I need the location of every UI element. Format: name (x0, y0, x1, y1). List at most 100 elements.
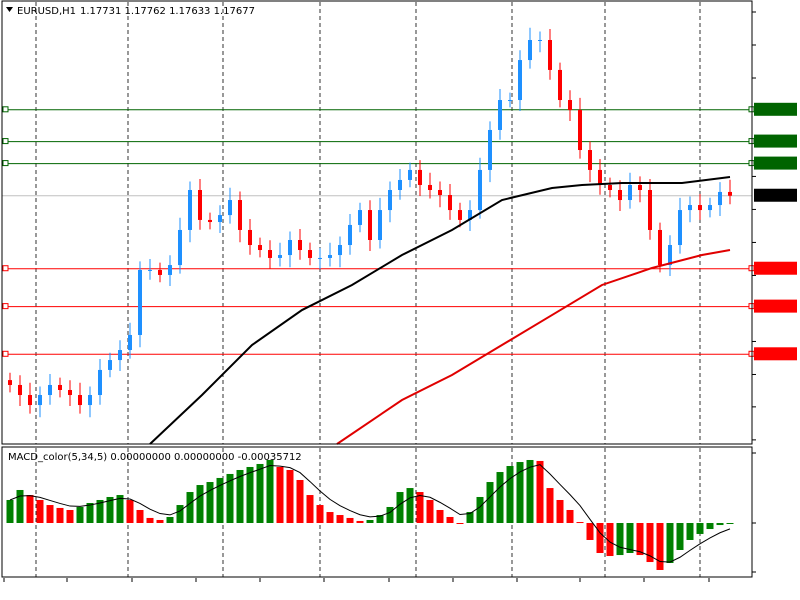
current-price-tag (754, 188, 797, 202)
macd-bar (186, 492, 194, 523)
macd-bar (256, 463, 264, 523)
macd-bar (126, 499, 134, 523)
candle-body (158, 269, 162, 275)
symbol-label: EURUSD,H1 (17, 6, 76, 17)
macd-bar (616, 523, 624, 556)
macd-bar (176, 505, 184, 523)
macd-bar (396, 492, 404, 523)
candle-body (398, 179, 402, 190)
candle-body (408, 169, 412, 180)
macd-bar (536, 460, 544, 523)
candle-body (728, 191, 732, 196)
candle-body (518, 60, 522, 101)
macd-bar (356, 520, 364, 523)
candle-body (578, 110, 582, 151)
candle-body (418, 169, 422, 185)
candle-body (628, 184, 632, 201)
candle-body (558, 69, 562, 101)
candle-body (718, 191, 722, 206)
candle-body (318, 257, 322, 259)
candle-body (508, 100, 512, 102)
candle-body (658, 229, 662, 266)
candle-body (88, 395, 92, 406)
candle-body (488, 129, 492, 170)
macd-bar (486, 482, 494, 523)
macd-bar (46, 505, 54, 523)
level-handle (2, 265, 9, 272)
candle-body (48, 384, 52, 396)
macd-bar (706, 523, 714, 530)
level-price-tag (754, 299, 797, 313)
macd-bar (676, 523, 684, 550)
macd-bar (316, 505, 324, 523)
candle-body (698, 205, 702, 211)
macd-bar (506, 466, 514, 523)
macd-bar (406, 488, 414, 523)
macd-bar (326, 512, 334, 523)
macd-bar (16, 489, 24, 523)
macd-bar (306, 495, 314, 523)
macd-bar (36, 499, 44, 523)
macd-bar (656, 523, 664, 570)
macd-title: MACD_color(5,34,5) 0.00000000 0.00000000… (8, 452, 302, 463)
candle-body (368, 210, 372, 240)
candle-body (188, 189, 192, 230)
candle-body (338, 245, 342, 256)
macd-bar (156, 519, 164, 523)
macd-bar (286, 469, 294, 523)
candle-body (458, 210, 462, 220)
candle-body (678, 210, 682, 246)
candle-body (148, 269, 152, 271)
candle-body (118, 350, 122, 361)
level-handle (2, 350, 9, 357)
macd-bar (426, 499, 434, 523)
candle-body (648, 189, 652, 230)
candle-body (588, 150, 592, 170)
candle-body (98, 369, 102, 396)
macd-bar (636, 523, 644, 556)
candle-body (58, 384, 62, 390)
macd-bar (586, 523, 594, 540)
macd-bar (596, 523, 604, 553)
candle-body (538, 39, 542, 41)
level-price-tag (754, 347, 797, 361)
candle-body (178, 229, 182, 266)
macd-bar (336, 515, 344, 523)
candle-body (688, 205, 692, 211)
candle-body (568, 100, 572, 111)
macd-bar (366, 519, 374, 523)
macd-bar (696, 523, 704, 534)
macd-bar (686, 523, 694, 540)
macd-bar (276, 466, 284, 523)
level-handle (2, 138, 9, 145)
macd-bar (346, 517, 354, 523)
macd-bar (136, 509, 144, 523)
candle-body (448, 195, 452, 211)
candle-body (708, 205, 712, 211)
macd-bar (566, 509, 574, 523)
macd-bar (26, 495, 34, 523)
candle-body (228, 200, 232, 216)
macd-bar (416, 492, 424, 523)
level-price-tag (754, 261, 797, 275)
candle-body (478, 169, 482, 211)
candle-body (308, 250, 312, 258)
candle-body (498, 100, 502, 130)
macd-bar (6, 499, 14, 523)
macd-bar (246, 466, 254, 523)
ohlc-readout: 1.17731 1.17762 1.17633 1.17677 (80, 6, 255, 17)
macd-bar (66, 509, 74, 523)
macd-bar (296, 479, 304, 523)
candle-body (108, 360, 112, 370)
macd-bar (476, 496, 484, 523)
macd-bar (86, 503, 94, 523)
macd-bar (456, 523, 464, 524)
macd-bar (206, 482, 214, 523)
candle-body (28, 395, 32, 406)
level-handle (2, 106, 9, 113)
trading-chart[interactable]: EURUSD,H1 1.17731 1.17762 1.17633 1.1767… (0, 0, 800, 600)
macd-bar (266, 459, 274, 523)
candle-body (428, 184, 432, 190)
macd-bar (76, 506, 84, 523)
candle-body (248, 229, 252, 246)
